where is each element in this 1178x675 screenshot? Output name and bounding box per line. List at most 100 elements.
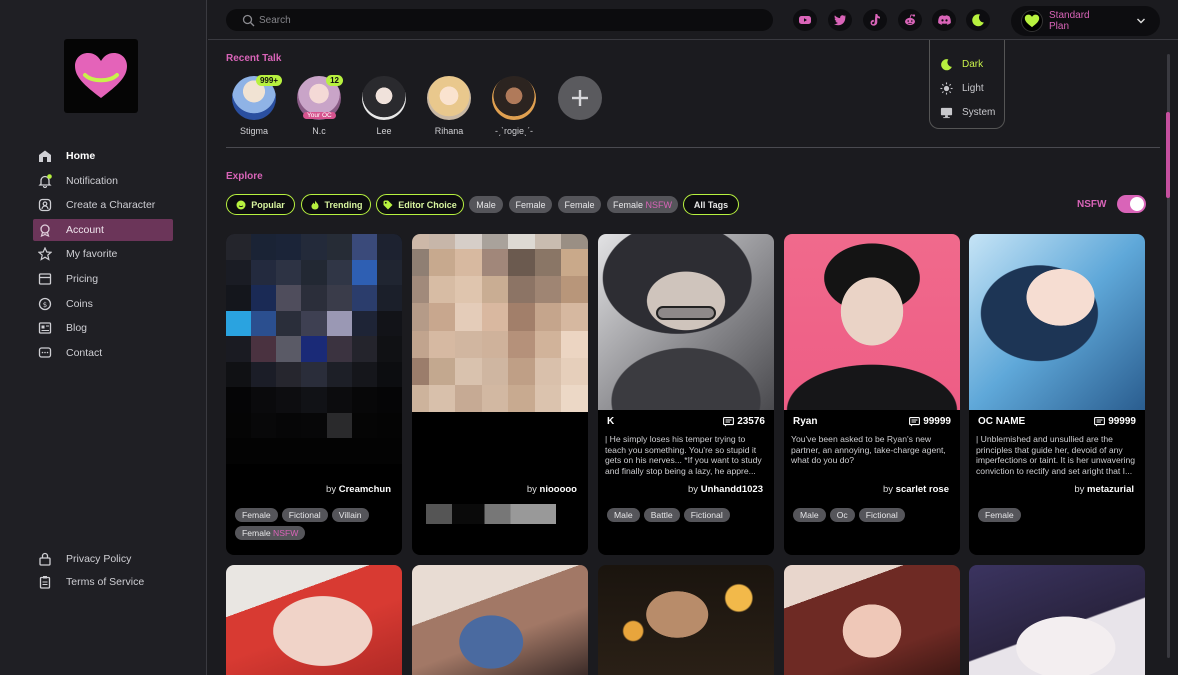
card-tags: Male Oc Fictional <box>793 508 953 526</box>
tag-male[interactable]: Male <box>469 196 503 213</box>
twitter-button[interactable] <box>828 9 852 31</box>
monitor-icon <box>940 107 953 118</box>
moon-icon <box>941 58 952 70</box>
user-avatar <box>1021 10 1043 32</box>
chat-count-icon <box>723 416 735 426</box>
nsfw-toggle[interactable] <box>1117 195 1146 213</box>
character-card[interactable] <box>969 565 1145 675</box>
recent-talk-item[interactable]: 12 Your OC N.c <box>289 75 349 136</box>
card-name: K <box>607 416 615 427</box>
pixelated-image <box>412 234 588 412</box>
card-tag[interactable]: Male <box>607 508 640 522</box>
sidebar: Home Notification Create a Character Acc… <box>0 0 207 675</box>
sidebar-item-coins[interactable]: $ Coins <box>33 293 173 315</box>
sidebar-item-notification[interactable]: Notification <box>33 170 173 192</box>
reddit-icon <box>905 14 916 26</box>
recent-talk-name: N.c <box>312 126 326 136</box>
card-description: | Unblemished and unsullied are the prin… <box>976 434 1136 476</box>
card-tag[interactable]: Fictional <box>683 508 730 522</box>
card-author-prefix: by <box>882 484 894 495</box>
search-bar[interactable] <box>226 9 773 31</box>
search-input[interactable] <box>259 14 759 26</box>
recent-talk-item[interactable]: 999+ Stigma <box>224 75 284 136</box>
sidebar-item-create-character[interactable]: Create a Character <box>33 194 173 216</box>
card-tag[interactable]: Female <box>235 508 278 522</box>
scrollbar-thumb[interactable] <box>1166 112 1170 198</box>
terms-of-service-link[interactable]: Terms of Service <box>33 571 183 593</box>
all-tags-button[interactable]: All Tags <box>683 194 739 215</box>
sidebar-item-blog[interactable]: Blog <box>33 317 173 339</box>
unread-badge: 999+ <box>255 75 282 86</box>
card-chat-count: 99999 <box>909 416 951 427</box>
your-oc-tag: Your OC <box>303 112 336 119</box>
theme-option-dark[interactable]: Dark <box>930 52 1004 76</box>
tag-female[interactable]: Female <box>558 196 601 213</box>
card-tag[interactable]: Oc <box>829 508 855 522</box>
card-tag[interactable]: Female <box>978 508 1021 522</box>
coin-icon: $ <box>38 297 52 310</box>
chevron-down-icon <box>1137 18 1145 24</box>
sidebar-nav: Home Notification Create a Character Acc… <box>33 145 173 366</box>
recent-talk-name: Stigma <box>239 126 268 136</box>
card-author: by Creamchun <box>326 484 391 495</box>
card-author: by metazurial <box>1074 484 1134 495</box>
sidebar-item-home[interactable]: Home <box>33 145 173 167</box>
add-talk-button[interactable] <box>558 76 602 120</box>
sidebar-item-account[interactable]: Account <box>33 218 173 241</box>
recent-talk-name: -ˏˋrogieˎˊ- <box>495 126 533 136</box>
chat-count-icon <box>909 416 921 426</box>
character-image <box>784 234 960 410</box>
filter-trending[interactable]: Trending <box>301 194 371 215</box>
card-author: by Unhandd1023 <box>688 484 763 495</box>
filter-popular[interactable]: Popular <box>226 194 295 215</box>
character-card[interactable]: K 23576 | He simply loses his temper try… <box>598 234 774 555</box>
plan-menu[interactable]: Standard Plan <box>1011 6 1160 36</box>
theme-option-system[interactable]: System <box>930 100 1004 124</box>
account-icon <box>40 224 50 237</box>
svg-text:$: $ <box>43 301 47 309</box>
sidebar-item-label: Create a Character <box>66 199 156 212</box>
avatar <box>492 76 536 120</box>
tag-female[interactable]: Female <box>509 196 552 213</box>
recent-talk-item[interactable]: Lee <box>354 76 414 136</box>
sidebar-item-my-favorite[interactable]: My favorite <box>33 243 173 265</box>
character-card[interactable]: OC NAME 99999 | Unblemished and unsullie… <box>969 234 1145 555</box>
card-author-prefix: by <box>326 484 337 495</box>
youtube-icon <box>799 16 811 24</box>
tag-label: Female <box>564 199 595 210</box>
sidebar-item-label: Account <box>66 223 104 236</box>
discord-button[interactable] <box>932 9 956 31</box>
privacy-policy-label: Privacy Policy <box>66 553 132 565</box>
character-card[interactable]: Ryan 99999 You've been asked to be Ryan'… <box>784 234 960 555</box>
character-card[interactable] <box>226 565 402 675</box>
character-card[interactable] <box>412 565 588 675</box>
sidebar-item-pricing[interactable]: Pricing <box>33 268 173 290</box>
character-card[interactable] <box>598 565 774 675</box>
character-card[interactable]: by niooooo <box>412 234 588 555</box>
card-author-name: metazurial <box>1087 484 1134 495</box>
character-image <box>598 234 774 410</box>
recent-talk-name: Lee <box>376 126 392 136</box>
card-tag-nsfw[interactable]: Female NSFW <box>235 526 306 540</box>
app-logo[interactable] <box>64 39 138 113</box>
terms-of-service-label: Terms of Service <box>66 576 145 588</box>
card-tag[interactable]: Villain <box>331 508 369 522</box>
theme-option-light[interactable]: Light <box>930 76 1004 100</box>
card-tag[interactable]: Fictional <box>858 508 905 522</box>
recent-talk-item[interactable]: -ˏˋrogieˎˊ- <box>484 76 544 136</box>
card-tag[interactable]: Male <box>793 508 826 522</box>
character-card[interactable]: by Creamchun Female Fictional Villain Fe… <box>226 234 402 555</box>
recent-talk-item[interactable]: Rihana <box>419 76 479 136</box>
card-tag[interactable]: Battle <box>643 508 680 522</box>
character-card[interactable] <box>784 565 960 675</box>
card-tag[interactable]: Fictional <box>281 508 328 522</box>
tag-female-nsfw[interactable]: Female NSFW <box>607 196 678 213</box>
filter-editor-choice[interactable]: Editor Choice <box>376 194 464 215</box>
theme-toggle-button[interactable] <box>966 9 990 31</box>
reddit-button[interactable] <box>898 9 922 31</box>
privacy-policy-link[interactable]: Privacy Policy <box>33 548 183 570</box>
sidebar-item-contact[interactable]: Contact <box>33 342 173 364</box>
tiktok-button[interactable] <box>863 9 887 31</box>
youtube-button[interactable] <box>793 9 817 31</box>
discord-icon <box>937 15 951 25</box>
